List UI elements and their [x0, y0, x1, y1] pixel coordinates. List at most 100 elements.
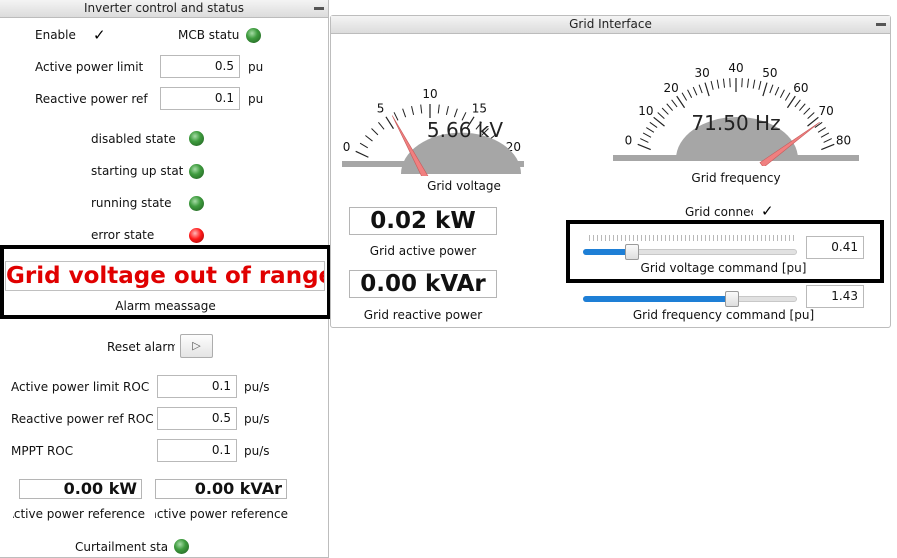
frequency-gauge-tick [799, 103, 806, 111]
frequency-gauge-tick [646, 127, 655, 133]
curtailment-state-led [174, 539, 189, 554]
grid-connect-checkbox[interactable]: ✓ [761, 204, 774, 219]
reactive-power-ref-label: Reactive power ref [35, 92, 148, 106]
mppt-roc-input[interactable]: 0.1 [157, 439, 237, 462]
active-power-limit-input[interactable]: 0.5 [160, 55, 240, 78]
voltage-gauge-tick [453, 108, 458, 118]
frequency-gauge-tick-label: 40 [728, 61, 743, 75]
reactive-power-ref-roc-input[interactable]: 0.5 [157, 407, 237, 430]
grid-interface-title: Grid Interface [331, 16, 890, 34]
frequency-gauge-tick [774, 86, 780, 96]
mcb-status-led [246, 28, 261, 43]
frequency-command-slider[interactable] [583, 291, 797, 307]
voltage-gauge-tick [402, 108, 407, 118]
grid-active-power-caption: Grid active power [369, 244, 477, 258]
voltage-gauge-tick-label: 0 [343, 140, 351, 154]
frequency-gauge-tick [729, 78, 731, 88]
frequency-gauge-tick [692, 86, 698, 96]
frequency-command-caption: Grid frequency command [pu] [632, 308, 815, 322]
alarm-caption: Alarm meassage [115, 299, 216, 313]
grid-interface-title-text: Grid Interface [569, 17, 652, 31]
voltage-gauge-tick [365, 135, 373, 142]
voltage-gauge-tick-label: 5 [377, 101, 385, 115]
frequency-gauge-tick [710, 80, 714, 90]
voltage-gauge: 05101520 5.66 kV [342, 87, 524, 176]
enable-label: Enable [35, 28, 76, 42]
voltage-gauge-caption: Grid voltage [427, 179, 501, 193]
mppt-roc-unit: pu/s [244, 444, 270, 458]
starting-up-state-label: starting up state [91, 164, 183, 178]
frequency-gauge-tick-label: 60 [793, 81, 808, 95]
voltage-gauge-readout: 5.66 kV [427, 118, 503, 142]
frequency-gauge-tick-label: 10 [638, 104, 653, 118]
voltage-gauge-tick [411, 105, 415, 115]
voltage-gauge-base [342, 161, 524, 167]
frequency-command-thumb[interactable] [725, 291, 739, 307]
voltage-command-slider[interactable] [583, 244, 797, 260]
frequency-gauge-tick [661, 107, 669, 115]
grid-active-power-display: 0.02 kW [349, 207, 497, 235]
frequency-gauge-tick [823, 138, 832, 143]
frequency-gauge-tick [671, 99, 678, 108]
voltage-command-caption: Grid voltage command [pu] [640, 261, 807, 275]
frequency-gauge-tick [640, 138, 649, 143]
frequency-gauge-tick [637, 143, 651, 151]
voltage-command-input[interactable]: 0.41 [806, 236, 864, 259]
frequency-command-input[interactable]: 1.43 [806, 285, 864, 308]
frequency-gauge-tick [666, 103, 673, 111]
voltage-gauge-tick [445, 105, 449, 115]
frequency-gauge-tick [794, 99, 801, 108]
disabled-state-label: disabled state [91, 132, 176, 146]
inverter-panel-title-text: Inverter control and status [83, 1, 245, 15]
frequency-gauge-tick [741, 78, 743, 88]
frequency-gauge-base [613, 155, 859, 161]
reactive-power-ref-input[interactable]: 0.1 [160, 87, 240, 110]
active-power-reference-caption: Active power reference [13, 507, 145, 521]
frequency-gauge-tick [807, 112, 815, 119]
voltage-gauge-tick-label: 15 [472, 101, 487, 115]
curtailment-state-label: Curtailment state [75, 540, 167, 554]
starting-up-state-led [189, 164, 204, 179]
active-power-reference-display: 0.00 kW [19, 479, 142, 499]
enable-checkbox[interactable]: ✓ [93, 28, 106, 43]
voltage-gauge-tick [437, 104, 440, 114]
voltage-gauge-tick [359, 142, 369, 149]
frequency-gauge-tick-label: 0 [625, 134, 633, 148]
grid-connect-label: Grid connect [685, 205, 753, 219]
frequency-gauge-tick [762, 82, 768, 97]
frequency-gauge-tick [657, 112, 665, 119]
grid-reactive-power-display: 0.00 kVAr [349, 270, 497, 298]
frequency-gauge-tick [681, 92, 688, 101]
inverter-panel-title: Inverter control and status [0, 0, 328, 18]
reset-alarm-label: Reset alarm [107, 340, 175, 354]
voltage-gauge-tick [420, 104, 423, 114]
voltage-command-thumb[interactable] [625, 244, 639, 260]
reactive-power-ref-roc-unit: pu/s [244, 412, 270, 426]
frequency-gauge-tick [653, 116, 665, 127]
active-power-limit-roc-label: Active power limit ROC [11, 380, 150, 394]
frequency-gauge-tick [817, 127, 826, 133]
frequency-gauge-tick [752, 79, 756, 89]
running-state-label: running state [91, 196, 172, 210]
frequency-gauge-tick [779, 89, 785, 98]
frequency-command-fill [583, 296, 732, 302]
frequency-gauge-tick [758, 80, 762, 90]
active-power-reference-caption-text: Active power reference [13, 507, 145, 521]
minimize-icon[interactable] [876, 23, 886, 26]
running-state-led [189, 196, 204, 211]
active-power-limit-roc-input[interactable]: 0.1 [157, 375, 237, 398]
frequency-gauge-caption: Grid frequency [691, 171, 781, 185]
minimize-icon[interactable] [314, 7, 324, 10]
frequency-gauge-tick [642, 132, 652, 138]
frequency-gauge-tick [746, 78, 750, 88]
active-power-limit-label: Active power limit [35, 60, 144, 74]
error-state-led [189, 228, 204, 243]
mcb-status-label: MCB status [178, 28, 240, 42]
active-power-limit-unit: pu [248, 60, 264, 74]
frequency-gauge-tick [698, 84, 703, 94]
frequency-gauge-tick-label: 50 [762, 66, 777, 80]
reset-alarm-button[interactable]: ▷ [180, 334, 213, 358]
play-icon: ▷ [192, 339, 201, 352]
frequency-gauge-tick-label: 30 [694, 66, 709, 80]
reactive-power-ref-roc-label: Reactive power ref ROC [11, 412, 154, 426]
